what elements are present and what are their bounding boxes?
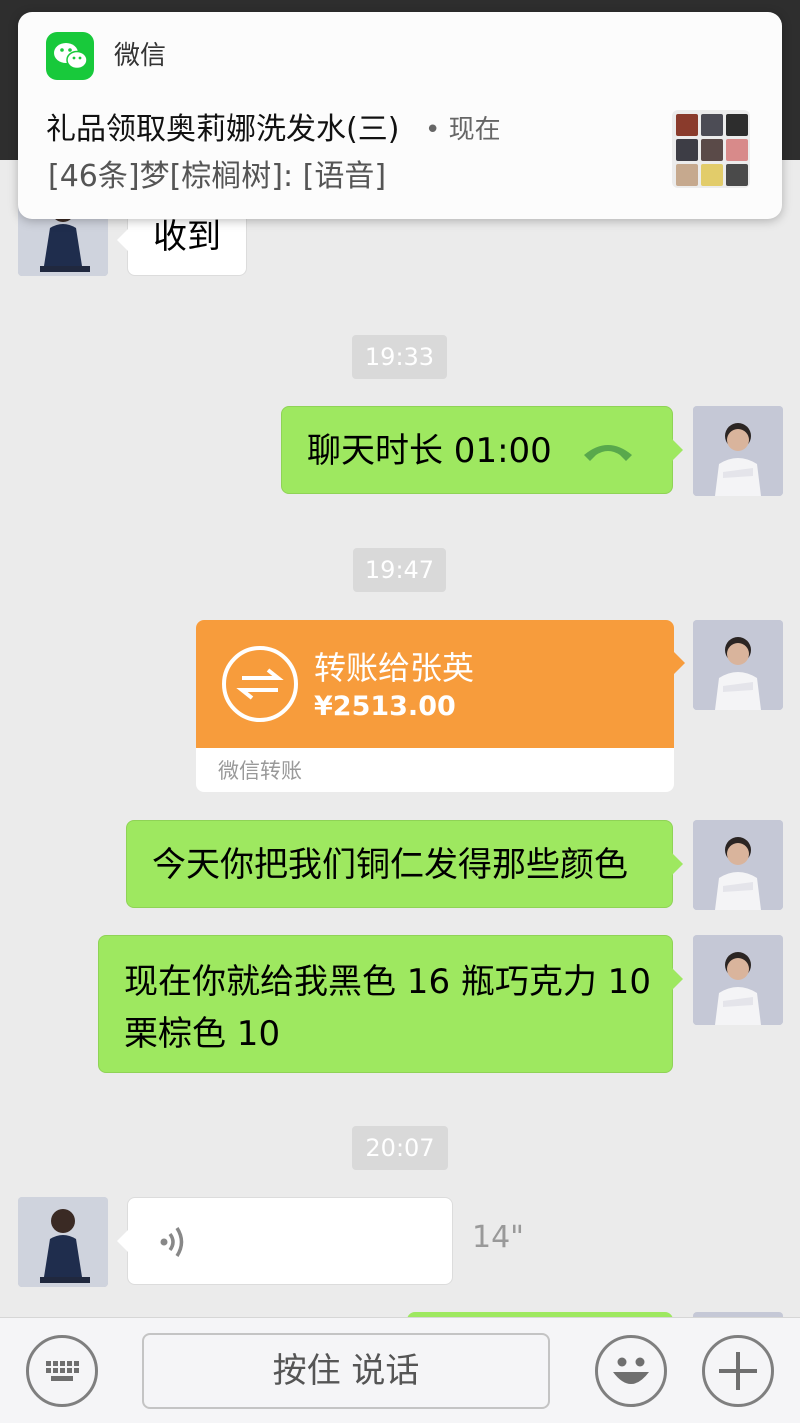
notification-time: • 现在 — [425, 115, 501, 145]
transfer-header: 转账给张英 ¥2513.00 — [196, 620, 685, 748]
call-record-bubble[interactable]: 聊天时长 01:00 — [281, 406, 683, 494]
my-avatar[interactable] — [693, 820, 783, 910]
person-portrait-icon — [693, 620, 783, 710]
keyboard-icon[interactable] — [26, 1335, 98, 1407]
hold-to-talk-button[interactable]: 按住 说话 — [142, 1333, 550, 1409]
input-toolbar: 按住 说话 — [0, 1317, 800, 1423]
voice-wave-icon — [160, 1227, 184, 1257]
transfer-arrows-icon — [222, 646, 298, 722]
person-portrait-icon — [693, 820, 783, 910]
timestamp: 19:47 — [353, 548, 446, 592]
person-portrait-icon — [693, 935, 783, 1025]
person-portrait-icon — [693, 406, 783, 496]
message-text: 聊天时长 01:00 — [307, 431, 552, 471]
person-portrait-icon — [18, 1197, 108, 1287]
group-avatar-icon — [672, 110, 750, 188]
notification-app-name: 微信 — [114, 41, 167, 71]
voice-message-bubble[interactable] — [117, 1197, 453, 1285]
my-avatar[interactable] — [693, 620, 783, 710]
my-avatar[interactable] — [693, 935, 783, 1025]
emoji-icon[interactable] — [595, 1335, 667, 1407]
chat-message-list[interactable]: 收到 19:33 聊天时长 01:00 19:47 转账给张英 ¥2513.00… — [0, 160, 800, 1317]
notification-banner[interactable]: 微信 礼品领取奥莉娜洗发水(三) • 现在 [46条]梦[棕榈树]: [语音] — [18, 12, 782, 219]
contact-avatar[interactable] — [18, 1197, 108, 1287]
phone-icon — [584, 445, 632, 461]
timestamp: 19:33 — [352, 335, 447, 379]
voice-duration: 14" — [472, 1220, 524, 1255]
my-avatar[interactable] — [693, 406, 783, 496]
wechat-logo-icon — [46, 32, 94, 80]
message-text-line: 现在你就给我黑色 16 瓶巧克力 10 — [124, 962, 651, 1002]
message-text-line: 栗棕色 10 — [124, 1014, 281, 1054]
notification-body: [46条]梦[棕榈树]: [语音] — [48, 159, 387, 194]
message-text: 今天你把我们铜仁发得那些颜色 — [152, 845, 628, 885]
message-bubble-sent[interactable]: 今天你把我们铜仁发得那些颜色 — [126, 820, 683, 908]
money-transfer-card[interactable]: 转账给张英 ¥2513.00 微信转账 — [196, 620, 685, 792]
transfer-title: 转账给张英 — [314, 649, 475, 687]
transfer-amount: ¥2513.00 — [314, 691, 456, 722]
transfer-footer: 微信转账 — [218, 759, 302, 783]
message-bubble-sent[interactable]: 现在你就给我黑色 16 瓶巧克力 10 栗棕色 10 — [98, 935, 683, 1073]
notification-title: 礼品领取奥莉娜洗发水(三) — [46, 112, 400, 147]
plus-icon[interactable] — [702, 1335, 774, 1407]
timestamp: 20:07 — [352, 1126, 448, 1170]
